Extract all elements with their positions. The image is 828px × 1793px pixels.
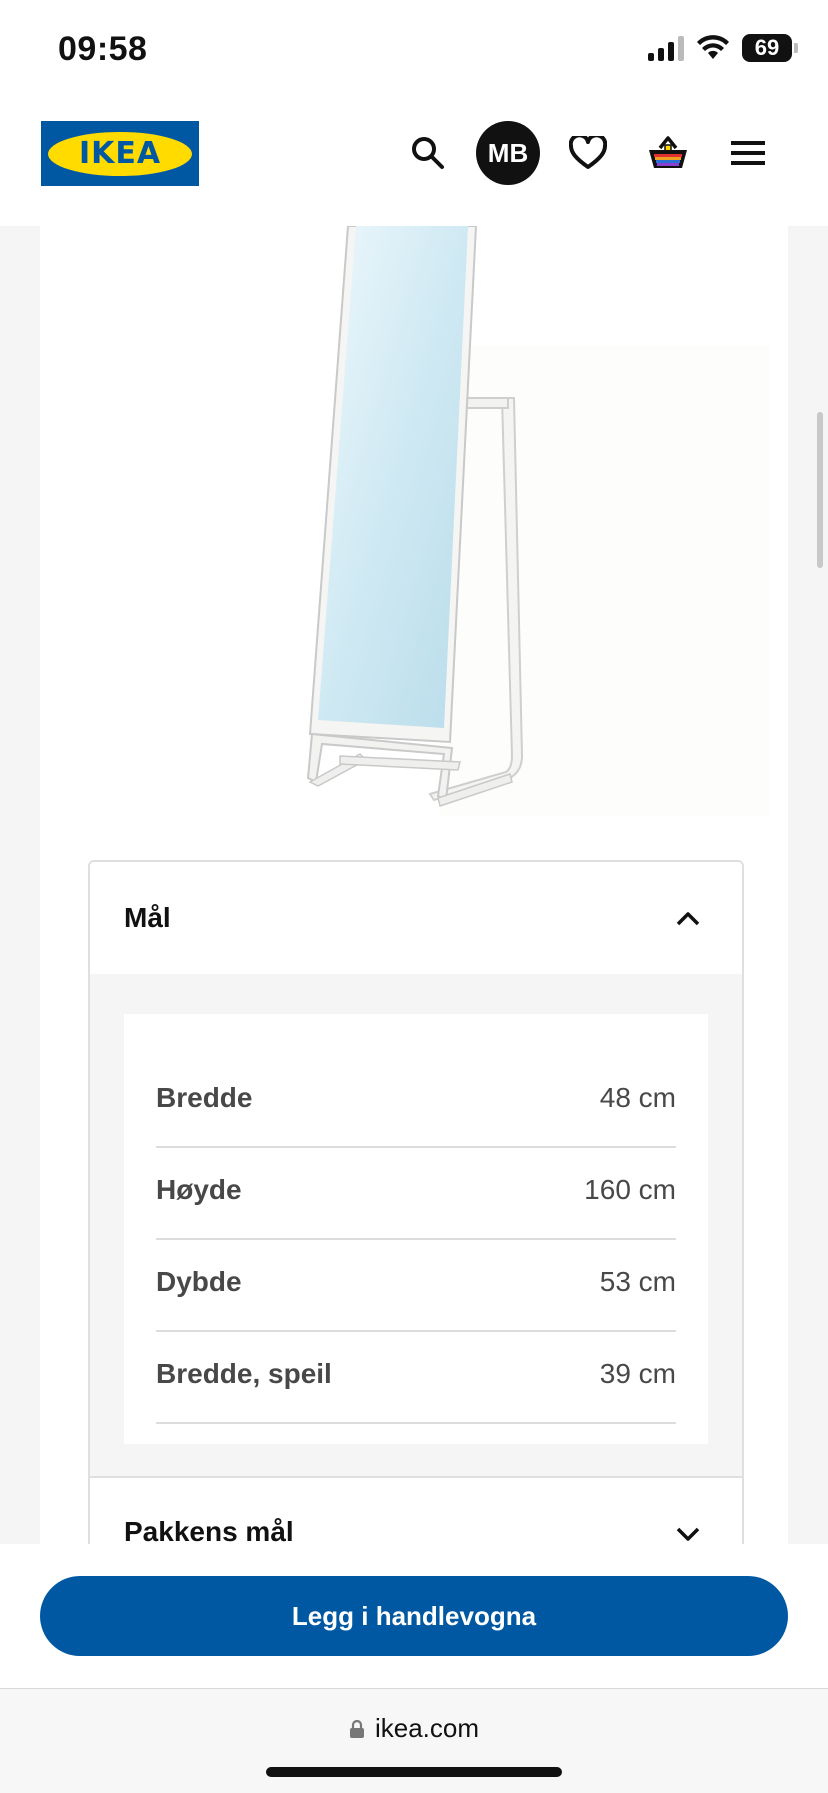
- browser-url-bar: ikea.com: [0, 1688, 828, 1793]
- cellular-signal-icon: [648, 35, 684, 61]
- list-item: Bredde, speil 39 cm: [156, 1330, 676, 1424]
- add-to-cart-button[interactable]: Legg i handlevogna: [40, 1576, 788, 1656]
- dimension-label: Bredde, speil: [156, 1358, 332, 1389]
- logo-text: IKEA: [78, 136, 162, 171]
- dimension-value: 39 cm: [599, 1358, 676, 1389]
- dimension-label: Høyde: [156, 1174, 242, 1205]
- hamburger-menu-icon: [731, 141, 765, 165]
- dimension-label: Bredde: [156, 1082, 253, 1113]
- dimension-value: 160 cm: [584, 1174, 676, 1205]
- scrollbar[interactable]: [817, 412, 823, 568]
- status-icons: 69: [648, 34, 798, 62]
- status-bar: 09:58 69: [0, 0, 828, 100]
- lock-icon: [349, 1719, 364, 1738]
- dimensions-accordion: Mål Bredde 48 cm Høyde 160 cm Dybde 53 c…: [88, 860, 744, 1598]
- url-text: ikea.com: [374, 1713, 480, 1743]
- dimension-label: Dybde: [156, 1266, 242, 1297]
- menu-button[interactable]: [716, 121, 780, 185]
- home-indicator[interactable]: [266, 1767, 562, 1777]
- search-icon: [412, 137, 444, 169]
- logo-oval: IKEA: [48, 131, 192, 176]
- battery-icon: 69: [742, 34, 798, 62]
- accordion-header-mal[interactable]: Mål: [90, 862, 742, 974]
- address-field[interactable]: ikea.com: [0, 1713, 828, 1744]
- accordion-title: Mål: [124, 902, 171, 933]
- dimensions-list: Bredde 48 cm Høyde 160 cm Dybde 53 cm Br…: [124, 1014, 708, 1444]
- favorites-button[interactable]: [556, 121, 620, 185]
- ikea-logo[interactable]: IKEA: [41, 121, 199, 186]
- heart-icon: [569, 136, 607, 169]
- search-button[interactable]: [396, 121, 460, 185]
- status-time: 09:58: [58, 30, 148, 68]
- avatar[interactable]: MB: [476, 121, 540, 185]
- dimension-value: 53 cm: [599, 1266, 676, 1297]
- basket-icon: [649, 136, 687, 168]
- dimension-value: 48 cm: [599, 1082, 676, 1113]
- site-header: IKEA MB: [0, 100, 828, 226]
- accordion-body: Bredde 48 cm Høyde 160 cm Dybde 53 cm Br…: [90, 974, 742, 1476]
- wifi-icon: [697, 35, 729, 59]
- add-to-cart-bar: Legg i handlevogna: [0, 1544, 828, 1688]
- chevron-up-icon: [676, 912, 700, 926]
- product-image[interactable]: [40, 226, 788, 816]
- list-item: Bredde 48 cm: [156, 1054, 676, 1148]
- list-item: Dybde 53 cm: [156, 1238, 676, 1332]
- list-item: Høyde 160 cm: [156, 1146, 676, 1240]
- cart-button[interactable]: [636, 121, 700, 185]
